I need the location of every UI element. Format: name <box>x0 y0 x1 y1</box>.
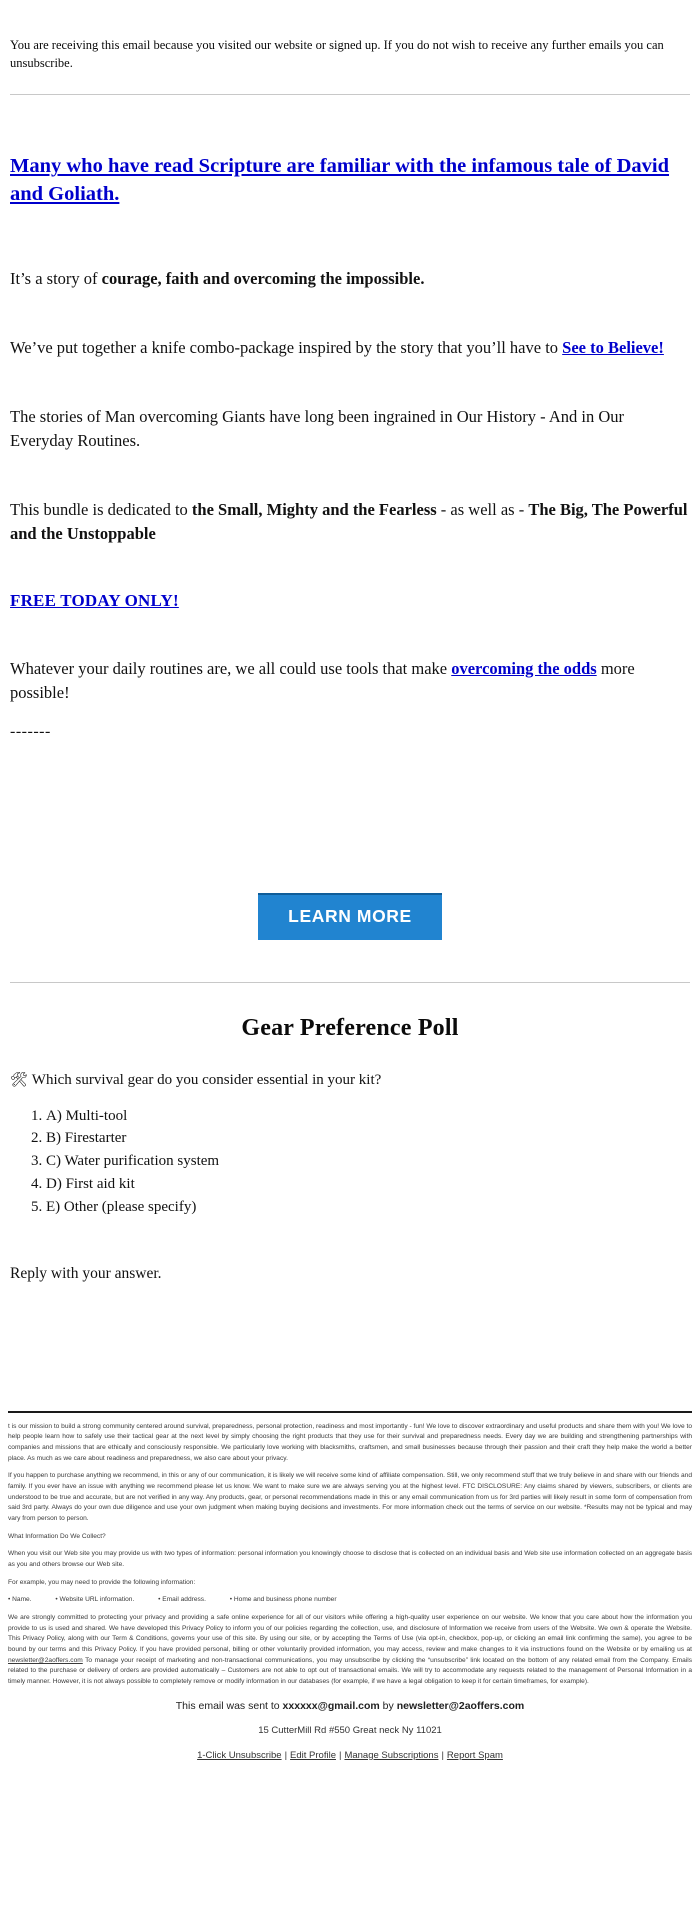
poll-options-list: A) Multi-tool B) Firestarter C) Water pu… <box>0 1105 700 1219</box>
legal-bullet: • Name. <box>8 1596 32 1604</box>
free-today-link[interactable]: FREE TODAY ONLY! <box>10 591 179 611</box>
email-body: Many who have read Scripture are familia… <box>0 95 700 940</box>
divider-poll <box>10 981 690 983</box>
story-bold: courage, faith and overcoming the imposs… <box>101 268 425 288</box>
link-separator: | <box>338 1749 342 1761</box>
report-spam-link[interactable]: Report Spam <box>447 1750 503 1761</box>
mailing-address: 15 CutterMill Rd #550 Great neck Ny 1102… <box>258 1724 442 1736</box>
sender-email: newsletter@2aoffers.com <box>396 1699 525 1712</box>
legal-email-link[interactable]: newsletter@2aoffers.com <box>8 1657 83 1664</box>
legal-bullet: • Website URL information. <box>55 1596 135 1604</box>
poll-option[interactable]: E) Other (please specify) <box>46 1196 700 1219</box>
poll-question-text: Which survival gear do you consider esse… <box>31 1071 382 1088</box>
dash-separator: ------- <box>10 722 51 740</box>
link-separator: | <box>441 1749 444 1761</box>
routines-paragraph: Whatever your daily routines are, we all… <box>10 657 690 704</box>
legal-bullet: • Home and business phone number <box>229 1596 337 1604</box>
legal-paragraph-5-part1: We are strongly committed to protecting … <box>8 1614 692 1654</box>
reply-prompt: Reply with your answer. <box>10 1264 162 1282</box>
headline-link[interactable]: Many who have read Scripture are familia… <box>10 153 690 208</box>
manage-subscriptions-link[interactable]: Manage Subscriptions <box>344 1750 438 1761</box>
see-to-believe-link[interactable]: See to Believe! <box>562 336 664 359</box>
poll-title: Gear Preference Poll <box>241 1014 459 1041</box>
legal-paragraph-3: When you visit our Web site you may prov… <box>8 1550 692 1569</box>
cta-container: LEARN MORE <box>10 741 690 940</box>
bundle-prefix: This bundle is dedicated to <box>10 500 192 520</box>
knife-paragraph: We’ve put together a knife combo-package… <box>10 336 690 359</box>
sent-to-line: This email was sent to xxxxxx@gmail.com … <box>0 1700 700 1712</box>
story-paragraph: It’s a story of courage, faith and overc… <box>10 267 690 290</box>
poll-option[interactable]: D) First aid kit <box>46 1173 700 1196</box>
overcoming-odds-link[interactable]: overcoming the odds <box>451 659 596 678</box>
footer-links: 1-Click Unsubscribe | Edit Profile | Manage … <box>0 1750 700 1761</box>
preheader-text: You are receiving this email because you… <box>10 38 664 71</box>
bundle-middle: - as well as - <box>436 500 529 520</box>
recipient-email: xxxxxx@gmail.com <box>282 1699 380 1712</box>
poll-question: 🛠 Which survival gear do you consider ess… <box>0 1072 700 1089</box>
email-page: You are receiving this email because you… <box>0 0 700 1761</box>
edit-profile-link[interactable]: Edit Profile <box>290 1750 336 1761</box>
legal-paragraph-2: If you happen to purchase anything we re… <box>8 1472 692 1523</box>
bundle-bold-small: the Small, Mighty and the Fearless <box>191 500 437 520</box>
tools-icon: 🛠 <box>10 1072 28 1088</box>
legal-paragraph-1: t is our mission to build a strong commu… <box>8 1422 692 1462</box>
link-separator: | <box>284 1749 288 1761</box>
sent-prefix: This email was sent to <box>175 1699 283 1712</box>
legal-bullets: • Name. • Website URL information. • Ema… <box>8 1595 692 1606</box>
poll-section: Gear Preference Poll 🛠 Which survival gea… <box>0 1015 700 1283</box>
legal-paragraph-5-part2: To manage your receipt of marketing and … <box>8 1656 692 1686</box>
poll-option[interactable]: A) Multi-tool <box>46 1105 700 1128</box>
legal-heading-collect: What Information Do We Collect? <box>8 1532 106 1540</box>
sent-by: by <box>379 1699 397 1712</box>
legal-disclaimer: t is our mission to build a strong commu… <box>0 1413 700 1688</box>
poll-option[interactable]: C) Water purification system <box>46 1150 700 1173</box>
bundle-paragraph: This bundle is dedicated to the Small, M… <box>10 498 690 545</box>
legal-paragraph-5: We are strongly committed to protecting … <box>8 1613 692 1688</box>
legal-paragraph-4: For example, you may need to provide the… <box>8 1578 196 1586</box>
knife-text: We’ve put together a knife combo-package… <box>10 338 563 358</box>
story-prefix: It’s a story of <box>10 268 102 288</box>
legal-bullet: • Email address. <box>158 1596 206 1604</box>
giants-paragraph: The stories of Man overcoming Giants hav… <box>10 407 625 450</box>
unsubscribe-link[interactable]: 1-Click Unsubscribe <box>197 1750 281 1761</box>
learn-more-button[interactable]: LEARN MORE <box>258 893 442 940</box>
routines-prefix: Whatever your daily routines are, we all… <box>10 659 452 679</box>
poll-option[interactable]: B) Firestarter <box>46 1127 700 1150</box>
